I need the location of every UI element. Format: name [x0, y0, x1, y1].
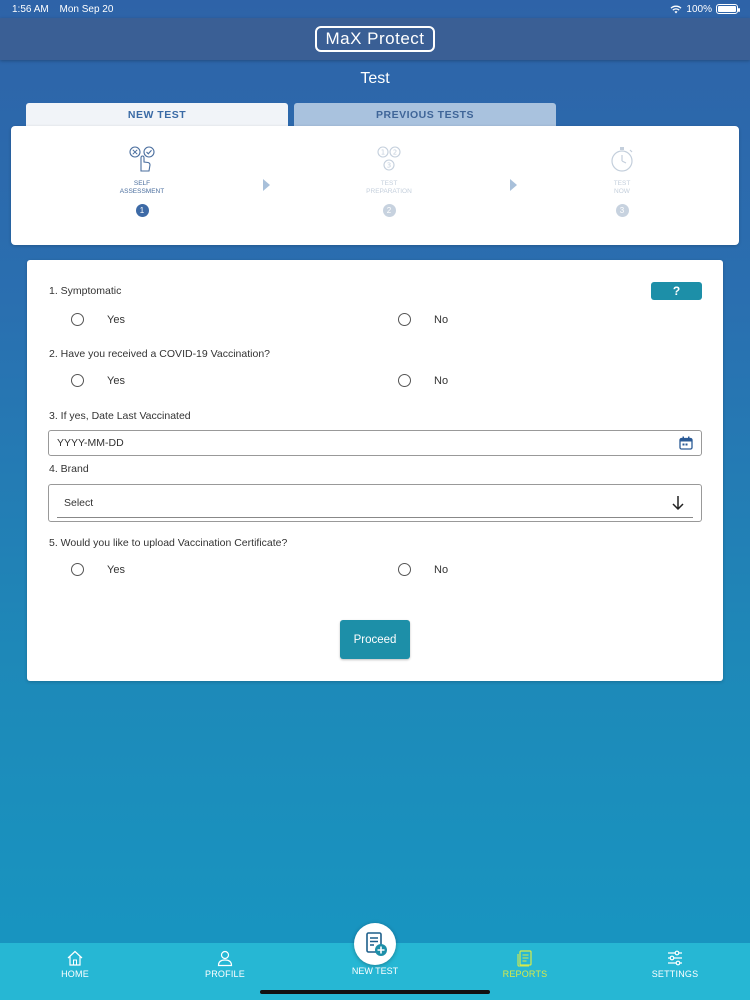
- q1-label: 1. Symptomatic: [49, 285, 122, 297]
- q4-label: 4. Brand: [49, 463, 89, 475]
- radio-button[interactable]: [398, 563, 411, 576]
- help-button[interactable]: ?: [651, 282, 702, 300]
- step-arrow-icon: [510, 179, 517, 191]
- step-3-label-line1: TEST: [613, 180, 631, 187]
- q5-label: 5. Would you like to upload Vaccination …: [49, 537, 288, 549]
- status-bar: 1:56 AM Mon Sep 20 100%: [0, 0, 750, 18]
- nav-settings[interactable]: SETTINGS: [625, 949, 725, 979]
- q1-yes-label: Yes: [107, 313, 125, 326]
- step-2-number: 2: [382, 204, 396, 217]
- radio-button[interactable]: [398, 374, 411, 387]
- step-3-label-line2: NOW: [614, 188, 630, 195]
- date-placeholder: YYYY-MM-DD: [57, 437, 124, 449]
- nav-profile-label: PROFILE: [205, 969, 245, 979]
- nav-home[interactable]: HOME: [25, 949, 125, 979]
- home-icon: [67, 950, 83, 966]
- q2-label: 2. Have you received a COVID-19 Vaccinat…: [49, 348, 271, 360]
- q1-no-label: No: [434, 313, 449, 326]
- app-header: MaX Protect: [0, 18, 750, 60]
- sliders-icon: [668, 950, 682, 966]
- step-2-label-line2: PREPARATION: [366, 188, 412, 195]
- svg-text:3: 3: [387, 162, 391, 170]
- nav-reports[interactable]: REPORTS: [475, 949, 575, 979]
- battery-percent: 100%: [686, 3, 712, 15]
- new-test-button[interactable]: [354, 923, 396, 965]
- page-title: Test: [360, 70, 390, 87]
- progress-stepper: SELF ASSESSMENT 1 1 2 3 TEST PREPARATION…: [11, 126, 739, 245]
- calendar-icon[interactable]: [679, 436, 693, 450]
- step-test-now[interactable]: TEST NOW 3: [572, 144, 672, 217]
- nav-new-test-label: NEW TEST: [351, 966, 399, 976]
- q3-label: 3. If yes, Date Last Vaccinated: [49, 410, 191, 422]
- user-icon: [217, 950, 233, 967]
- q1-yes-option[interactable]: Yes: [71, 313, 125, 326]
- brand-select-value: Select: [64, 497, 94, 509]
- q2-yes-label: Yes: [107, 374, 125, 387]
- q5-yes-option[interactable]: Yes: [71, 563, 125, 576]
- q2-no-label: No: [434, 374, 449, 387]
- step-2-label-line1: TEST: [380, 180, 398, 187]
- battery-icon: [716, 4, 740, 14]
- q5-no-label: No: [434, 563, 449, 576]
- status-time: 1:56 AM: [12, 3, 49, 15]
- step-self-assessment[interactable]: SELF ASSESSMENT 1: [92, 144, 192, 217]
- arrow-down-icon[interactable]: [671, 495, 685, 511]
- nav-home-label: HOME: [61, 969, 89, 979]
- step-3-number: 3: [615, 204, 629, 217]
- q1-no-option[interactable]: No: [398, 313, 448, 326]
- nav-profile[interactable]: PROFILE: [175, 949, 275, 979]
- q1-options: Yes No: [27, 313, 723, 333]
- stopwatch-icon: [611, 147, 633, 172]
- step-1-label-line1: SELF: [133, 180, 151, 187]
- svg-text:2: 2: [393, 149, 397, 157]
- q2-no-option[interactable]: No: [398, 374, 448, 387]
- home-indicator: [260, 990, 490, 994]
- app-logo: MaX Protect: [315, 26, 435, 52]
- status-date: Mon Sep 20: [59, 3, 114, 15]
- test-tabs: NEW TEST PREVIOUS TESTS: [26, 103, 556, 127]
- vaccination-date-input[interactable]: YYYY-MM-DD: [48, 430, 702, 456]
- new-test-icon: [366, 932, 387, 956]
- nav-settings-label: SETTINGS: [651, 969, 699, 979]
- step-test-preparation[interactable]: 1 2 3 TEST PREPARATION 2: [339, 144, 439, 217]
- reports-icon: [517, 950, 532, 967]
- q2-yes-option[interactable]: Yes: [71, 374, 125, 387]
- hand-check-icon: [129, 146, 155, 172]
- svg-text:1: 1: [381, 149, 385, 157]
- nav-reports-label: REPORTS: [502, 969, 548, 979]
- steps-icon: 1 2 3: [377, 146, 401, 171]
- q5-no-option[interactable]: No: [398, 563, 448, 576]
- wifi-icon: [670, 5, 682, 13]
- step-arrow-icon: [263, 179, 270, 191]
- radio-button[interactable]: [398, 313, 411, 326]
- radio-button[interactable]: [71, 563, 84, 576]
- tab-new-test[interactable]: NEW TEST: [26, 103, 288, 127]
- select-underline: [57, 517, 693, 518]
- radio-button[interactable]: [71, 374, 84, 387]
- q5-yes-label: Yes: [107, 563, 125, 576]
- brand-select[interactable]: Select: [48, 484, 702, 522]
- q2-options: Yes No: [27, 374, 723, 394]
- proceed-button[interactable]: Proceed: [340, 620, 410, 659]
- step-1-label-line2: ASSESSMENT: [119, 188, 165, 195]
- step-1-number: 1: [135, 204, 149, 217]
- tab-previous-tests[interactable]: PREVIOUS TESTS: [294, 103, 556, 127]
- self-assessment-form: 1. Symptomatic ? Yes No 2. Have you rece…: [27, 260, 723, 681]
- q5-options: Yes No: [27, 563, 723, 583]
- radio-button[interactable]: [71, 313, 84, 326]
